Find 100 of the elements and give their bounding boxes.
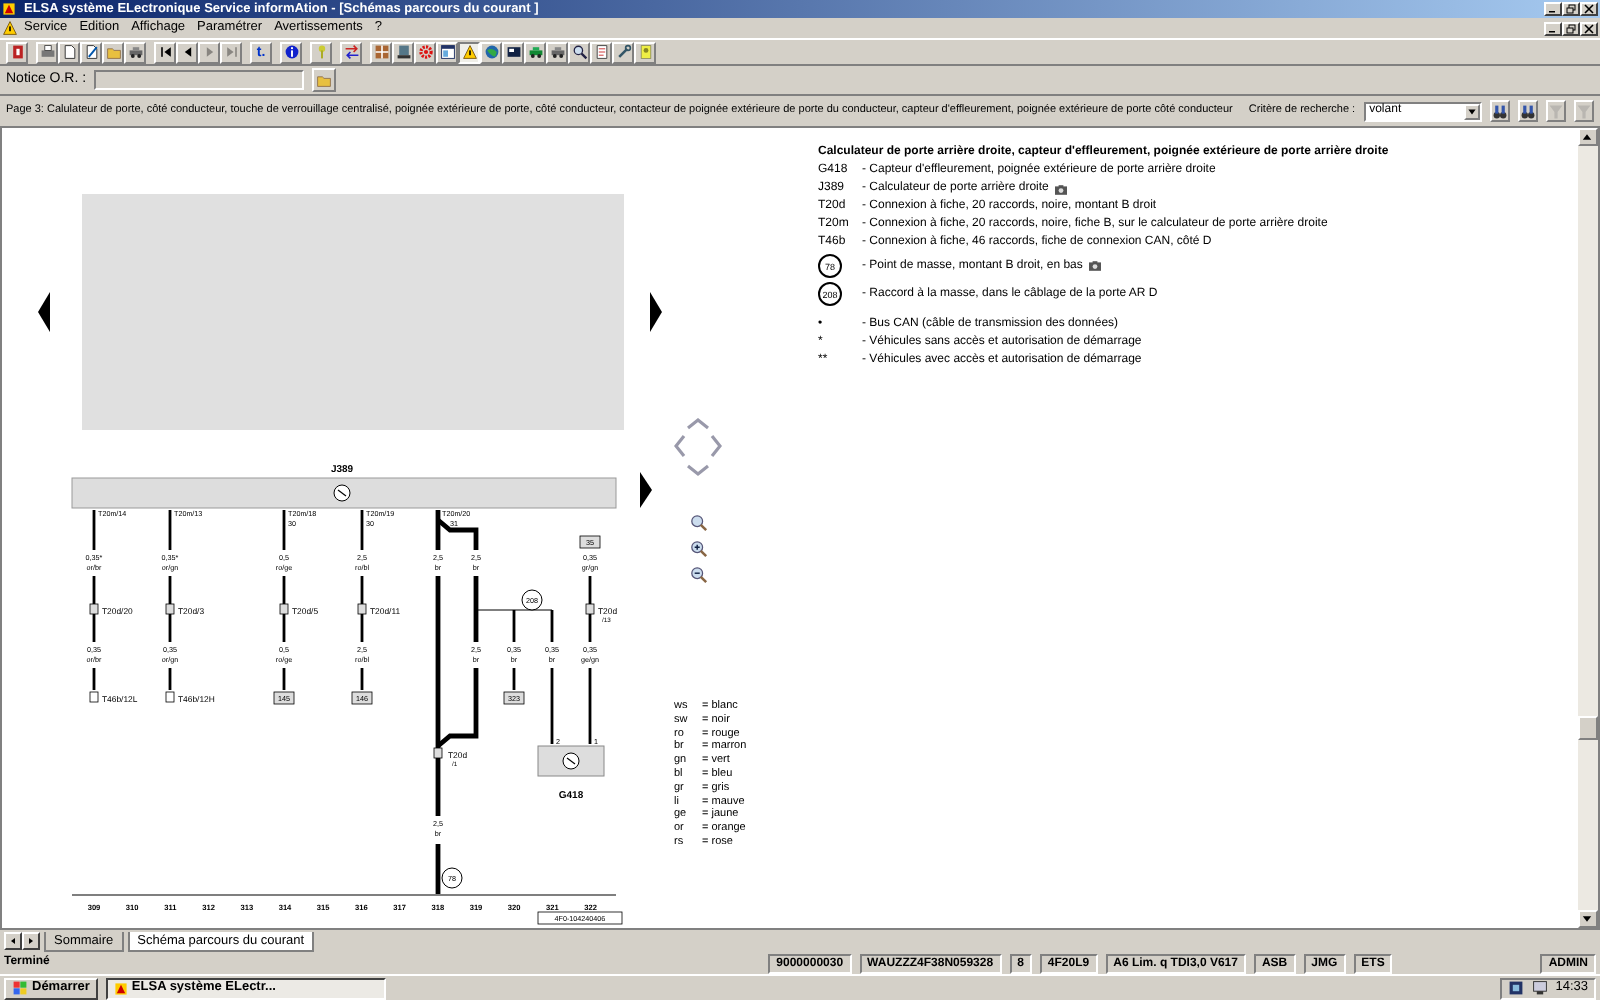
window-button[interactable] — [436, 41, 458, 63]
restore-button[interactable] — [1562, 2, 1580, 16]
app-icon — [113, 981, 128, 995]
wire — [512, 608, 516, 692]
plug-icon — [165, 691, 175, 703]
folder-button[interactable] — [102, 41, 124, 63]
car-icon — [127, 44, 143, 60]
camera-icon[interactable] — [1054, 183, 1069, 195]
info-icon — [283, 44, 299, 60]
pen-button[interactable] — [80, 41, 102, 63]
camera-icon[interactable] — [1088, 260, 1103, 272]
close-icon — [1584, 23, 1594, 33]
folder-icon — [316, 72, 333, 88]
wrench-button[interactable] — [612, 41, 634, 63]
connector-icon — [433, 747, 443, 759]
swap-button[interactable] — [340, 41, 362, 63]
minimize-button[interactable] — [1544, 21, 1562, 35]
binoculars-icon — [1520, 103, 1536, 119]
binoculars-button[interactable] — [1490, 100, 1510, 122]
pan-right-button[interactable] — [710, 435, 722, 457]
note-button[interactable] — [634, 41, 656, 63]
printer-button[interactable] — [36, 41, 58, 63]
zoom-icon[interactable] — [690, 514, 708, 532]
swap-icon — [343, 44, 359, 60]
key-icon — [313, 44, 329, 60]
car-button[interactable] — [124, 41, 146, 63]
connector-icon — [165, 603, 175, 615]
control-unit-icon — [333, 484, 351, 502]
folder-icon — [105, 44, 121, 60]
plug-icon — [89, 691, 99, 703]
open-button[interactable] — [312, 68, 337, 92]
door-button[interactable] — [6, 41, 28, 63]
zoom-out-icon[interactable] — [690, 566, 708, 584]
next-icon — [201, 44, 217, 60]
previous-page-arrow[interactable] — [38, 291, 50, 331]
document-icon — [593, 44, 609, 60]
grid-icon — [373, 44, 389, 60]
splice-line — [475, 609, 553, 611]
globe-icon — [483, 44, 499, 60]
car-icon — [527, 44, 543, 60]
search-button[interactable] — [568, 41, 590, 63]
binoculars-icon — [1492, 103, 1508, 119]
gear-icon — [417, 44, 433, 60]
monitor-icon[interactable] — [1531, 980, 1548, 996]
connector-icon — [279, 603, 289, 615]
next-arrow-icon[interactable] — [640, 472, 652, 508]
gear-button[interactable] — [414, 41, 436, 63]
page-button[interactable] — [58, 41, 80, 63]
up-icon — [1580, 130, 1594, 144]
note-icon — [637, 44, 653, 60]
input-field[interactable] — [94, 70, 305, 90]
down-icon — [1580, 912, 1594, 926]
card-button[interactable] — [502, 41, 524, 63]
close-button[interactable] — [1580, 2, 1598, 16]
car-button[interactable] — [546, 41, 568, 63]
scroll-left-button[interactable] — [4, 932, 22, 950]
pan-left-button[interactable] — [674, 435, 686, 457]
car-icon — [549, 44, 565, 60]
info-button[interactable] — [280, 41, 302, 63]
restore-button[interactable] — [1562, 21, 1580, 35]
machine-button[interactable] — [392, 41, 414, 63]
first-page-icon — [157, 44, 173, 60]
connector-icon — [89, 603, 99, 615]
previous-button[interactable] — [176, 41, 198, 63]
globe-button[interactable] — [480, 41, 502, 63]
first-page-button[interactable] — [154, 41, 176, 63]
document-button[interactable] — [590, 41, 612, 63]
zoom-in-icon[interactable] — [690, 540, 708, 558]
dropdown-icon — [1466, 105, 1478, 117]
previous-icon — [179, 44, 195, 60]
wrench-icon — [615, 44, 631, 60]
warning-icon — [461, 44, 477, 60]
printer-icon — [39, 44, 55, 60]
grid-button[interactable] — [370, 41, 392, 63]
car-button[interactable] — [524, 41, 546, 63]
scroll-up-button[interactable] — [1578, 128, 1598, 146]
machine-icon — [395, 44, 411, 60]
close-button[interactable] — [1580, 21, 1598, 35]
binoculars-button[interactable] — [1518, 100, 1538, 122]
sensor-icon — [562, 752, 580, 770]
scroll-left-icon — [8, 936, 18, 946]
warning-button[interactable] — [458, 41, 480, 63]
window-icon — [439, 44, 455, 60]
pan-up-button[interactable] — [687, 418, 709, 430]
network-icon[interactable] — [1507, 980, 1524, 996]
warning-icon[interactable] — [2, 20, 18, 36]
key-button[interactable] — [310, 41, 332, 63]
door-icon — [9, 44, 25, 60]
app-icon — [2, 2, 16, 16]
wire — [550, 608, 554, 746]
scroll-down-button[interactable] — [1578, 910, 1598, 928]
card-icon — [505, 44, 521, 60]
scroll-right-button[interactable] — [22, 932, 40, 950]
search-icon — [571, 44, 587, 60]
scroll-right-icon — [26, 936, 36, 946]
minimize-button[interactable] — [1544, 2, 1562, 16]
windows-flag-icon — [12, 980, 28, 996]
pan-down-button[interactable] — [687, 464, 709, 477]
next-page-arrow[interactable] — [650, 291, 663, 331]
scroll-thumb[interactable] — [1578, 716, 1598, 740]
